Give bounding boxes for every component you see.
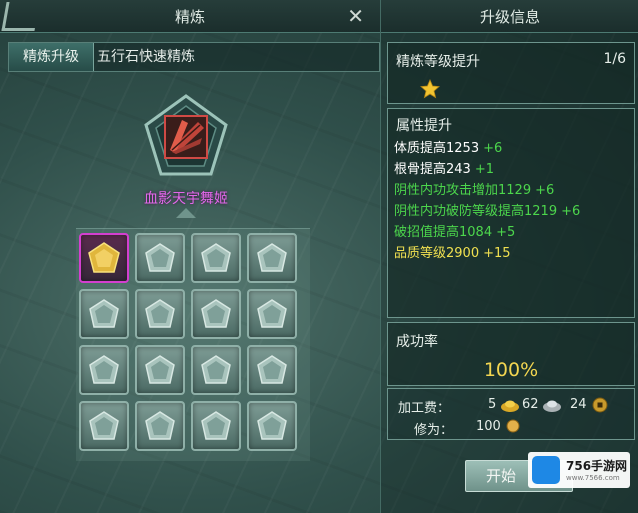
- silver-ingot-icon: [543, 400, 561, 412]
- gem-slot[interactable]: [191, 289, 241, 339]
- gem-slot[interactable]: [135, 289, 185, 339]
- attribute-text: 阴性内功攻击增加1129: [394, 183, 532, 198]
- gem-slot[interactable]: [191, 345, 241, 395]
- star-icon: [420, 79, 440, 99]
- gold-ingot-icon: [501, 400, 519, 412]
- attribute-row: 品质等级2900 +15: [394, 242, 511, 261]
- empty-gem-icon: [89, 299, 119, 328]
- attribute-increase: +6: [561, 204, 581, 219]
- empty-gem-icon: [201, 411, 231, 440]
- watermark-name: 756手游网: [566, 459, 628, 473]
- tab-five-elements-quick-refine[interactable]: 五行石快速精炼: [97, 43, 195, 71]
- success-rate-label: 成功率: [396, 334, 438, 350]
- success-rate-value: 100%: [483, 359, 539, 381]
- attribute-text: 根骨提高243: [394, 162, 471, 177]
- attribute-box: 属性提升 体质提高1253 +6 根骨提高243 +1 阴性内功攻击增加1129 +6 阴性…: [387, 108, 635, 318]
- empty-gem-icon: [257, 299, 287, 328]
- empty-gem-icon: [145, 243, 175, 272]
- attribute-increase: +6: [483, 141, 503, 156]
- gem-slot[interactable]: [247, 289, 297, 339]
- watermark-url: www.7566.com: [566, 474, 620, 482]
- empty-gem-icon: [201, 299, 231, 328]
- empty-gem-icon: [89, 411, 119, 440]
- gem-slot[interactable]: [79, 345, 129, 395]
- gem-slot[interactable]: [247, 401, 297, 451]
- attribute-row: 体质提高1253 +6: [394, 137, 502, 156]
- cultivation-value: 100: [476, 419, 501, 434]
- tab-refine-upgrade[interactable]: 精炼升级: [9, 43, 94, 71]
- equipment-slot[interactable]: [142, 92, 230, 180]
- cultivation-orb-icon: [506, 419, 520, 433]
- gem-slot[interactable]: [191, 233, 241, 283]
- refine-header: 精炼 ✕: [0, 0, 380, 33]
- attribute-increase: +15: [483, 246, 511, 261]
- close-icon[interactable]: ✕: [347, 4, 364, 28]
- empty-gem-icon: [145, 411, 175, 440]
- cost-copper: 24: [570, 397, 587, 412]
- empty-gem-icon: [89, 355, 119, 384]
- attribute-increase: +1: [474, 162, 494, 177]
- refine-tab-bar: 精炼升级 五行石快速精炼: [8, 42, 380, 72]
- attribute-row: 根骨提高243 +1: [394, 158, 494, 177]
- level-up-label: 精炼等级提升: [396, 54, 480, 70]
- attribute-row: 阴性内功攻击增加1129 +6: [394, 179, 554, 198]
- gem-slot[interactable]: [191, 401, 241, 451]
- cultivation-label: 修为：: [414, 423, 454, 438]
- upgrade-info-title: 升级信息: [479, 8, 540, 26]
- gem-slot[interactable]: [79, 401, 129, 451]
- cost-gold: 5: [488, 397, 497, 412]
- empty-gem-icon: [145, 299, 175, 328]
- cost-label: 加工费：: [398, 401, 451, 416]
- gem-slot[interactable]: [135, 401, 185, 451]
- attribute-text: 体质提高1253: [394, 141, 480, 156]
- site-watermark: 756手游网 www.7566.com: [528, 452, 630, 488]
- gold-gem-icon: [88, 242, 120, 273]
- cost-box: 加工费： 5 62 24 修为： 100: [387, 388, 635, 440]
- gem-slot[interactable]: [135, 233, 185, 283]
- refine-panel: 精炼 ✕ 精炼升级 五行石快速精炼 血影天宇舞姬: [0, 0, 380, 513]
- cost-silver: 62: [522, 397, 539, 412]
- level-up-box: 精炼等级提升 1/6: [387, 42, 635, 104]
- gem-slot[interactable]: [79, 289, 129, 339]
- attribute-increase: +5: [496, 225, 516, 240]
- attribute-text: 破招值提高1084: [394, 225, 493, 240]
- watermark-logo-icon: [532, 456, 560, 484]
- pointer-arrow-icon: [176, 208, 196, 218]
- gem-slot[interactable]: [247, 345, 297, 395]
- empty-gem-icon: [201, 355, 231, 384]
- attribute-row: 破招值提高1084 +5: [394, 221, 515, 240]
- copper-coin-icon: [592, 397, 608, 413]
- empty-gem-icon: [257, 355, 287, 384]
- attribute-label: 属性提升: [396, 118, 452, 134]
- item-name: 血影天宇舞姬: [144, 191, 228, 207]
- empty-gem-icon: [257, 411, 287, 440]
- attribute-text: 品质等级2900: [394, 246, 480, 261]
- refine-title: 精炼: [174, 8, 205, 26]
- attribute-row: 阴性内功破防等级提高1219 +6: [394, 200, 580, 219]
- attribute-increase: +6: [535, 183, 555, 198]
- upgrade-info-header: 升级信息: [381, 0, 638, 33]
- gem-slot-grid: [76, 228, 310, 461]
- gem-slot-selected[interactable]: [79, 233, 129, 283]
- success-rate-box: 成功率 100%: [387, 322, 635, 386]
- level-up-count: 1/6: [603, 51, 626, 67]
- empty-gem-icon: [201, 243, 231, 272]
- pentagon-frame-icon: [144, 94, 228, 176]
- attribute-text: 阴性内功破防等级提高1219: [394, 204, 558, 219]
- gem-slot[interactable]: [247, 233, 297, 283]
- upgrade-info-panel: 升级信息 精炼等级提升 1/6 属性提升 体质提高1253 +6 根骨提高243 +1…: [380, 0, 638, 513]
- gem-slot[interactable]: [135, 345, 185, 395]
- empty-gem-icon: [145, 355, 175, 384]
- empty-gem-icon: [257, 243, 287, 272]
